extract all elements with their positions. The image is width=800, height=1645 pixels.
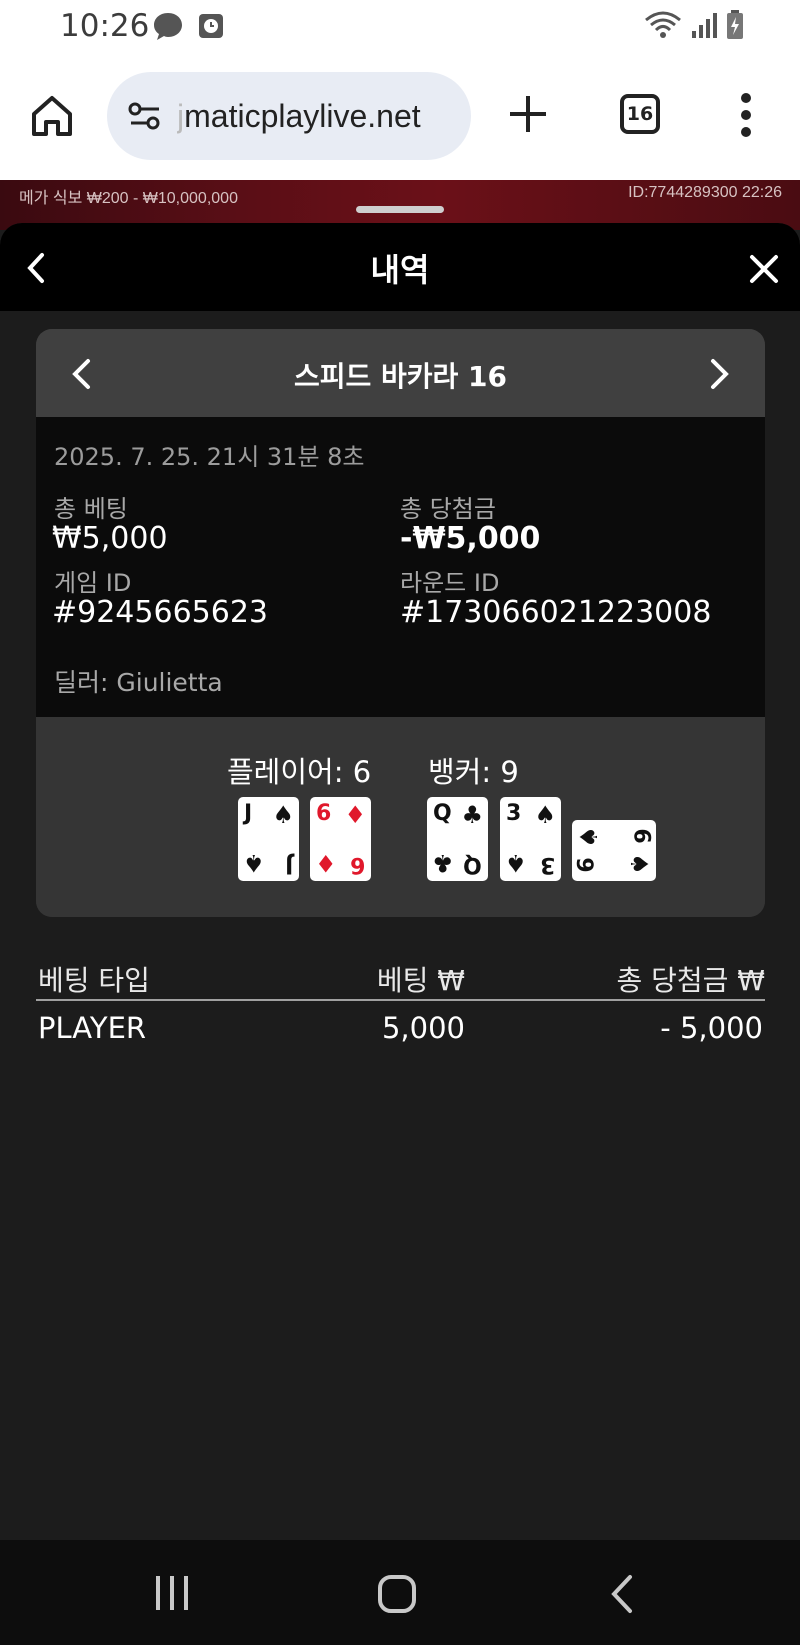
club-suit-icon: ♣ bbox=[461, 801, 483, 829]
status-bar: 10:26 bbox=[0, 0, 800, 58]
card-rank: Q bbox=[463, 852, 482, 877]
card-rank: J bbox=[284, 852, 293, 877]
round-details: 2025. 7. 25. 21시 31분 8초 총 베팅 ₩5,000 총 당첨… bbox=[36, 417, 765, 717]
card-rank: 3 bbox=[539, 852, 555, 877]
card-rank: 6 bbox=[628, 828, 654, 844]
card-rank: Q bbox=[433, 801, 452, 826]
player-score-label: 플레이어: 6 bbox=[227, 755, 372, 789]
banker-card-3-rotated: ♠ 6 6 ♠ bbox=[572, 820, 656, 881]
bet-table-header: 베팅 타입 베팅 ₩ 총 당첨금 ₩ bbox=[36, 955, 765, 1001]
player-card-2: 6 ♦ ♦ 6 bbox=[310, 797, 371, 881]
more-vert-icon[interactable] bbox=[736, 90, 756, 140]
new-tab-plus-icon[interactable] bbox=[506, 92, 550, 136]
diamond-suit-icon: ♦ bbox=[344, 801, 366, 829]
home-icon[interactable] bbox=[28, 92, 76, 140]
dealer-name: 딜러: Giulietta bbox=[54, 668, 223, 697]
recent-apps-icon[interactable] bbox=[154, 1574, 190, 1612]
bet-type-header: 베팅 타입 bbox=[38, 964, 150, 997]
game-limit-info: 메가 식보 ₩200 - ₩10,000,000 bbox=[19, 190, 238, 207]
banker-score-label: 뱅커: 9 bbox=[428, 755, 519, 789]
wifi-icon bbox=[645, 11, 681, 38]
banker-card-2: 3 ♠ ♠ 3 bbox=[500, 797, 561, 881]
bet-type-cell: PLAYER bbox=[38, 1011, 147, 1045]
hand-result: 플레이어: 6 뱅커: 9 J ♠ ♠ J 6 ♦ ♦ 6 Q ♣ ♣ Q 3 … bbox=[36, 717, 765, 917]
modal-title: 내역 bbox=[370, 251, 430, 289]
tab-switcher-button[interactable]: 16 bbox=[620, 94, 660, 134]
spade-suit-icon: ♠ bbox=[574, 826, 603, 848]
game-id-label: 게임 ID bbox=[54, 569, 132, 597]
round-id-label: 라운드 ID bbox=[400, 569, 500, 597]
status-system-icons bbox=[644, 10, 744, 40]
round-navigation: 스피드 바카라 16 bbox=[36, 329, 765, 417]
card-rank: 6 bbox=[574, 857, 600, 873]
round-detail-card: 스피드 바카라 16 2025. 7. 25. 21시 31분 8초 총 베팅 … bbox=[36, 329, 765, 917]
bet-amount-header: 베팅 ₩ bbox=[376, 964, 465, 997]
round-date: 2025. 7. 25. 21시 31분 8초 bbox=[54, 443, 365, 471]
round-id-value: #173066021223008 bbox=[400, 595, 712, 630]
total-win-header: 총 당첨금 ₩ bbox=[616, 964, 765, 997]
status-notification-icons bbox=[152, 11, 224, 41]
card-rank: 3 bbox=[506, 801, 522, 826]
player-id-time: ID:7744289300 22:26 bbox=[628, 184, 782, 201]
next-round-icon[interactable] bbox=[707, 357, 733, 391]
address-bar[interactable]: jmaticplaylive.net bbox=[107, 72, 471, 160]
player-card-1: J ♠ ♠ J bbox=[238, 797, 299, 881]
game-title: 스피드 바카라 16 bbox=[293, 360, 508, 393]
back-nav-icon[interactable] bbox=[610, 1574, 634, 1614]
spade-suit-icon: ♠ bbox=[272, 801, 294, 829]
url-text[interactable]: jmaticplaylive.net bbox=[177, 98, 421, 135]
spade-suit-icon: ♠ bbox=[625, 853, 654, 875]
system-navigation-bar bbox=[0, 1540, 800, 1645]
card-rank: J bbox=[244, 801, 253, 826]
modal-header: 내역 bbox=[0, 223, 800, 311]
clock-app-icon bbox=[199, 14, 223, 38]
spade-suit-icon: ♠ bbox=[534, 801, 556, 829]
total-win-label: 총 당첨금 bbox=[400, 495, 496, 523]
home-nav-icon[interactable] bbox=[377, 1574, 417, 1614]
battery-charging-icon bbox=[727, 10, 743, 39]
status-time: 10:26 bbox=[60, 8, 150, 44]
history-modal: 내역 스피드 바카라 16 2025. 7. 25. 21시 31분 8초 총 … bbox=[0, 223, 800, 1540]
total-bet-value: ₩5,000 bbox=[52, 521, 168, 556]
messenger-icon bbox=[154, 13, 182, 40]
total-win-value: -₩5,000 bbox=[400, 521, 541, 556]
spade-suit-icon: ♠ bbox=[243, 849, 265, 877]
banker-card-1: Q ♣ ♣ Q bbox=[427, 797, 488, 881]
total-win-cell: - 5,000 bbox=[660, 1011, 763, 1045]
browser-toolbar: jmaticplaylive.net 16 bbox=[0, 58, 800, 180]
bet-amount-cell: 5,000 bbox=[381, 1011, 465, 1045]
total-bet-label: 총 베팅 bbox=[54, 495, 128, 523]
tune-icon[interactable] bbox=[127, 98, 163, 134]
game-id-value: #9245665623 bbox=[52, 595, 269, 630]
table-row: PLAYER 5,000 - 5,000 bbox=[36, 1005, 765, 1055]
spade-suit-icon: ♠ bbox=[505, 849, 527, 877]
card-rank: 6 bbox=[349, 852, 365, 877]
card-rank: 6 bbox=[316, 801, 332, 826]
close-icon[interactable] bbox=[748, 253, 780, 285]
diamond-suit-icon: ♦ bbox=[315, 849, 337, 877]
club-suit-icon: ♣ bbox=[432, 849, 454, 877]
signal-icon bbox=[692, 13, 717, 38]
sheet-drag-handle[interactable] bbox=[356, 206, 444, 213]
